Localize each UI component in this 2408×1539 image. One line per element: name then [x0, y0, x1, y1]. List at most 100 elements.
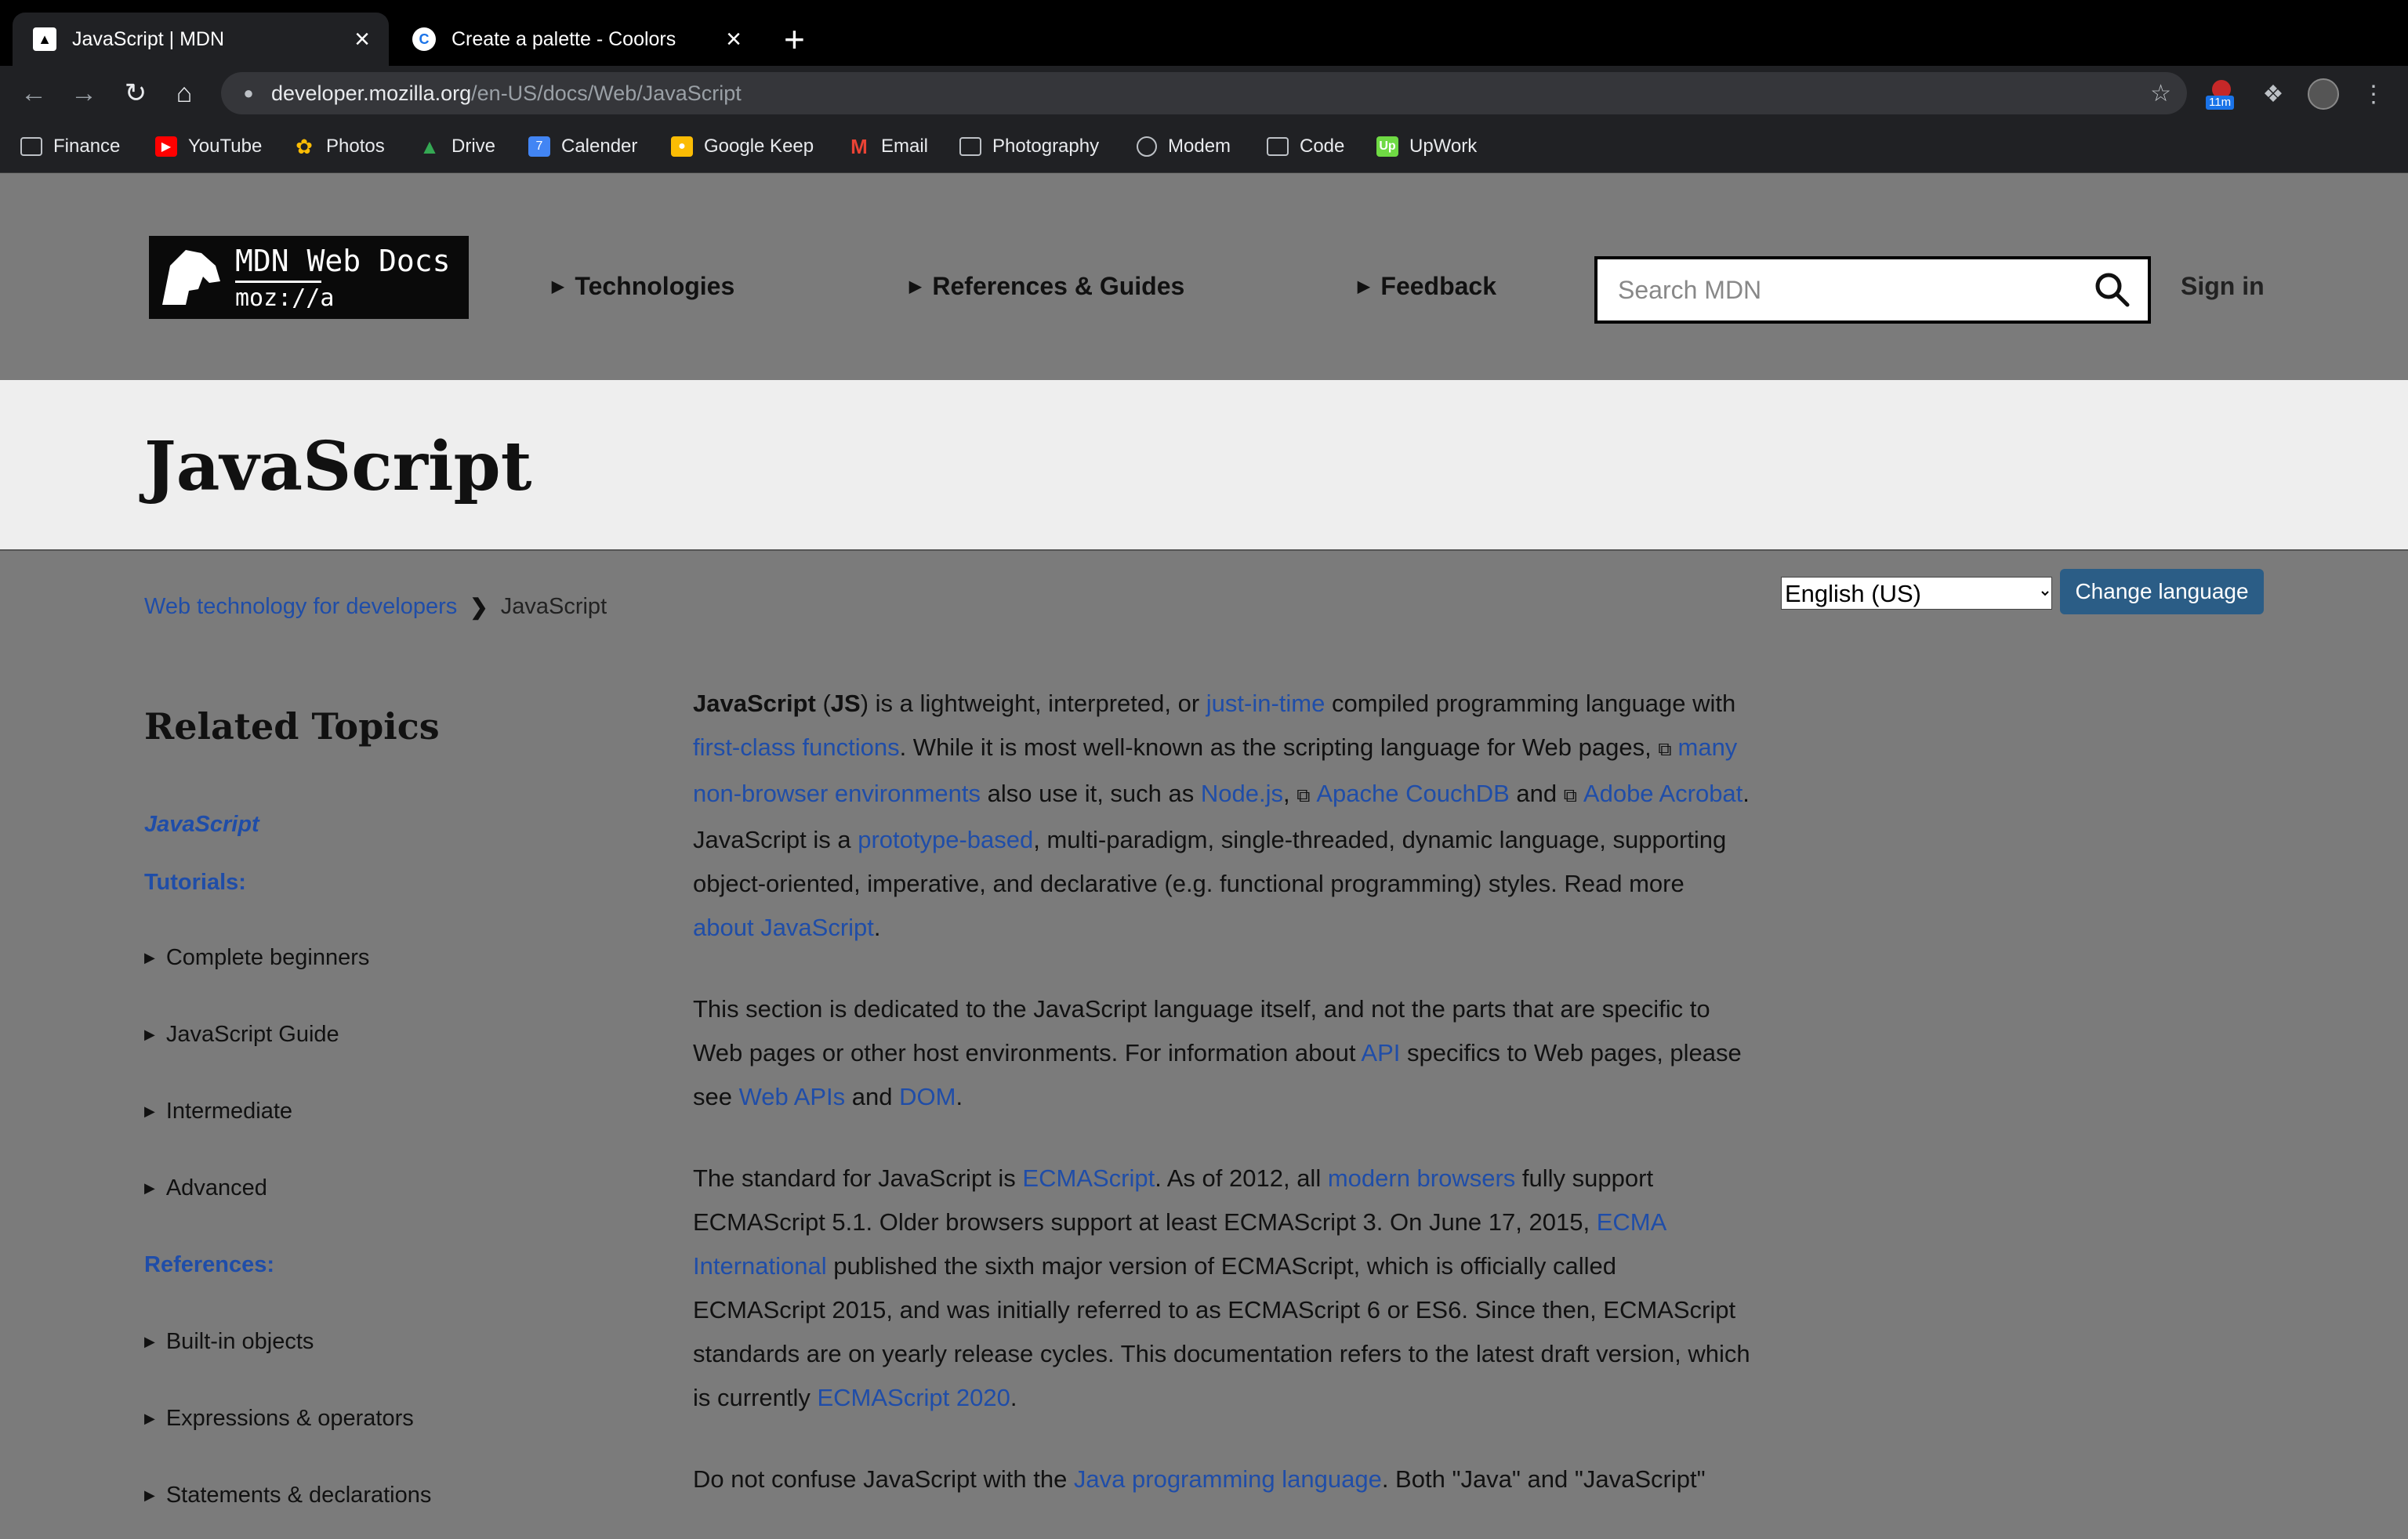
- sidebar-item-intermediate[interactable]: ▶ Intermediate: [144, 1099, 292, 1124]
- bookmark-code[interactable]: Code: [1267, 135, 1344, 158]
- bookmark-photography[interactable]: Photography: [959, 135, 1099, 158]
- address-bar[interactable]: ● developer.mozilla.org/en-US/docs/Web/J…: [221, 72, 2187, 114]
- bookmark-email[interactable]: M Email: [848, 135, 928, 158]
- home-icon[interactable]: ⌂: [166, 75, 202, 111]
- extension-badge: 11m: [2206, 96, 2235, 110]
- forward-icon[interactable]: →: [66, 75, 102, 111]
- link-api[interactable]: API: [1361, 1039, 1400, 1066]
- triangle-right-icon: ▶: [909, 278, 922, 295]
- bookmark-calender[interactable]: 7 Calender: [528, 135, 637, 158]
- related-topics-sidebar: Related Topics JavaScript Tutorials: ▶ Co…: [144, 705, 630, 1508]
- link-just-in-time[interactable]: just-in-time: [1206, 690, 1325, 717]
- standard-paragraph: The standard for JavaScript is ECMAScrip…: [693, 1164, 1750, 1411]
- page-title: JavaScript: [144, 427, 532, 506]
- mdn-logo[interactable]: MDN Web Docs moz://a: [149, 236, 469, 319]
- tab-mdn[interactable]: ▲ JavaScript | MDN ×: [13, 13, 389, 66]
- tab-title: Create a palette - Coolors: [452, 27, 676, 50]
- link-adobe-acrobat[interactable]: Adobe Acrobat: [1583, 780, 1743, 807]
- browser-toolbar: ← → ↻ ⌂ ● developer.mozilla.org/en-US/do…: [0, 66, 2408, 121]
- bookmark-modem[interactable]: Modem: [1137, 135, 1231, 158]
- reload-icon[interactable]: ↻: [118, 75, 154, 111]
- change-language-button[interactable]: Change language: [2060, 569, 2264, 614]
- breadcrumb-current: JavaScript: [500, 594, 607, 619]
- breadcrumb: Web technology for developers ❯ JavaScri…: [144, 594, 607, 620]
- upwork-icon: Up: [1376, 136, 1398, 157]
- link-prototype-based[interactable]: prototype-based: [858, 826, 1033, 853]
- sidebar-item-javascript-guide[interactable]: ▶ JavaScript Guide: [144, 1022, 339, 1048]
- coolors-icon: C: [412, 27, 436, 51]
- triangle-right-icon: ▶: [144, 950, 155, 965]
- bookmark-finance[interactable]: Finance: [20, 135, 120, 158]
- language-select[interactable]: English (US): [1781, 577, 2052, 610]
- triangle-right-icon: ▶: [144, 1487, 155, 1503]
- search-box: [1594, 256, 2151, 324]
- back-icon[interactable]: ←: [16, 75, 52, 111]
- nav-feedback[interactable]: ▶ Feedback: [1358, 272, 1496, 301]
- sidebar-item-complete-beginners[interactable]: ▶ Complete beginners: [144, 945, 369, 971]
- triangle-right-icon: ▶: [1358, 278, 1370, 295]
- mdn-dino-icon: [149, 236, 230, 319]
- logo-text: MDN Web Docs: [235, 243, 451, 278]
- search-icon[interactable]: [2093, 270, 2131, 308]
- link-ecmascript[interactable]: ECMAScript: [1022, 1164, 1155, 1192]
- photos-icon: ✿: [296, 134, 313, 158]
- sidebar-current-javascript[interactable]: JavaScript: [144, 812, 259, 838]
- external-link-icon: ⧉: [1658, 739, 1672, 760]
- chevron-right-icon: ❯: [470, 595, 488, 619]
- title-band: JavaScript: [0, 380, 2408, 551]
- profile-avatar[interactable]: [2306, 77, 2341, 111]
- bookmarks-bar: Finance ▶ YouTube ✿ Photos ▲ Drive 7 Calende…: [0, 121, 2408, 173]
- bookmark-star-icon[interactable]: ☆: [2150, 80, 2171, 107]
- link-ecmascript-2020[interactable]: ECMAScript 2020: [817, 1384, 1010, 1411]
- youtube-icon: ▶: [155, 136, 177, 157]
- java-confusion-paragraph: Do not confuse JavaScript with the Java …: [693, 1465, 1706, 1493]
- menu-kebab-icon[interactable]: ⋮: [2356, 77, 2391, 111]
- logo-mozilla: moz://a: [235, 280, 334, 314]
- link-first-class-functions[interactable]: first-class functions: [693, 733, 900, 761]
- extension-icon[interactable]: 11m: [2204, 77, 2239, 111]
- breadcrumb-parent-link[interactable]: Web technology for developers: [144, 594, 457, 620]
- bookmark-google-keep[interactable]: ● Google Keep: [671, 135, 814, 158]
- mdn-dino-icon: ▲: [33, 27, 56, 51]
- scope-paragraph: This section is dedicated to the JavaScr…: [693, 995, 1742, 1110]
- sign-in-link[interactable]: Sign in: [2181, 272, 2265, 301]
- nav-technologies[interactable]: ▶ Technologies: [552, 272, 734, 301]
- link-java-programming-language[interactable]: Java programming language: [1074, 1465, 1382, 1493]
- triangle-right-icon: ▶: [144, 1410, 155, 1426]
- bookmark-photos[interactable]: ✿ Photos: [293, 135, 385, 158]
- close-tab-icon[interactable]: ×: [346, 26, 378, 53]
- gmail-icon: M: [850, 134, 868, 158]
- bookmark-drive[interactable]: ▲ Drive: [419, 135, 495, 158]
- triangle-right-icon: ▶: [144, 1103, 155, 1119]
- lock-icon: ●: [243, 83, 254, 103]
- search-input[interactable]: [1616, 274, 2090, 306]
- sidebar-item-advanced[interactable]: ▶ Advanced: [144, 1175, 267, 1201]
- link-modern-browsers[interactable]: modern browsers: [1328, 1164, 1515, 1192]
- sidebar-references-label: References:: [144, 1252, 275, 1277]
- external-link-icon: ⧉: [1563, 785, 1577, 806]
- sidebar-item-statements-declarations[interactable]: ▶ Statements & declarations: [144, 1483, 431, 1508]
- link-about-javascript[interactable]: about JavaScript: [693, 914, 874, 941]
- triangle-right-icon: ▶: [144, 1180, 155, 1196]
- link-web-apis[interactable]: Web APIs: [739, 1083, 846, 1110]
- puzzle-extensions-icon[interactable]: ❖: [2256, 77, 2290, 111]
- bookmark-youtube[interactable]: ▶ YouTube: [155, 135, 262, 158]
- sidebar-item-built-in-objects[interactable]: ▶ Built-in objects: [144, 1329, 314, 1355]
- drive-icon: ▲: [419, 134, 440, 158]
- sidebar-tutorials-label: Tutorials:: [144, 870, 246, 895]
- sidebar-item-expressions-operators[interactable]: ▶ Expressions & operators: [144, 1406, 414, 1432]
- link-nodejs[interactable]: Node.js: [1201, 780, 1283, 807]
- url-text: developer.mozilla.org/en-US/docs/Web/Jav…: [271, 81, 742, 105]
- keep-icon: ●: [671, 136, 693, 157]
- bookmark-upwork[interactable]: Up UpWork: [1376, 135, 1477, 158]
- link-apache-couchdb[interactable]: Apache CouchDB: [1316, 780, 1509, 807]
- close-tab-icon[interactable]: ×: [718, 26, 749, 53]
- triangle-right-icon: ▶: [144, 1027, 155, 1042]
- external-link-icon: ⧉: [1296, 785, 1311, 806]
- folder-icon: [20, 137, 42, 156]
- new-tab-icon[interactable]: +: [784, 20, 805, 58]
- nav-references-guides[interactable]: ▶ References & Guides: [909, 272, 1184, 301]
- tab-strip: ▲ JavaScript | MDN × C Create a palette …: [0, 0, 2408, 66]
- tab-coolors[interactable]: C Create a palette - Coolors ×: [392, 13, 760, 66]
- link-dom[interactable]: DOM: [899, 1083, 956, 1110]
